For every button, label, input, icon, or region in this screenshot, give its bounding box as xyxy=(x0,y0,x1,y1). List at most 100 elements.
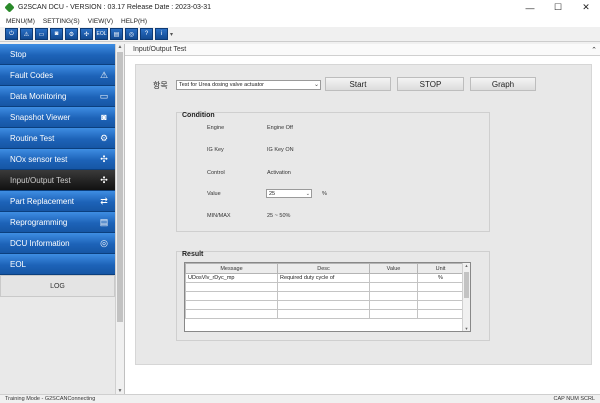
sidebar-item-label: NOx sensor test xyxy=(10,154,68,164)
start-button[interactable]: Start xyxy=(325,77,391,91)
menu-bar: MENU(M) SETTING(S) VIEW(V) HELP(H) xyxy=(0,15,600,27)
eol-icon[interactable]: EOL xyxy=(95,28,108,40)
sidebar-item-eol[interactable]: EOL xyxy=(0,254,115,275)
window-title: G2SCAN DCU - VERSION : 03.17 Release Dat… xyxy=(18,4,211,11)
graph-button[interactable]: Graph xyxy=(470,77,536,91)
sidebar-item-input-output-test[interactable]: Input/Output Test ✣ xyxy=(0,170,115,191)
cell-desc xyxy=(277,309,370,319)
eol-blank xyxy=(97,259,111,270)
scrollbar-thumb[interactable] xyxy=(464,272,469,298)
reprogram-icon[interactable]: ▤ xyxy=(110,28,123,40)
sidebar-item-label: Stop xyxy=(10,49,27,59)
status-mode: Training Mode - G2SCANConnecting xyxy=(5,396,96,402)
control-label: Control xyxy=(207,170,225,176)
sidebar-item-nox-sensor-test[interactable]: NOx sensor test ✣ xyxy=(0,149,115,170)
table-row[interactable] xyxy=(185,300,464,310)
toolbar-overflow-icon: ▾ xyxy=(170,31,174,38)
cell-message: UDosVlv_rDyc_mp xyxy=(185,273,278,283)
cell-message xyxy=(185,282,278,292)
cell-unit xyxy=(417,282,464,292)
cell-value xyxy=(369,273,418,283)
scrollbar-thumb[interactable] xyxy=(117,52,123,322)
sidebar-item-reprogramming[interactable]: Reprogramming ▤ xyxy=(0,212,115,233)
column-header-desc: Desc xyxy=(277,263,370,274)
routine-icon[interactable]: ⚙ xyxy=(65,28,78,40)
item-label: 항목 xyxy=(153,81,168,90)
sidebar-item-snapshot-viewer[interactable]: Snapshot Viewer ◙ xyxy=(0,107,115,128)
stop-button[interactable]: STOP xyxy=(397,77,464,91)
camera-icon[interactable]: ◙ xyxy=(50,28,63,40)
cell-value xyxy=(369,282,418,292)
sidebar-nav: Stop Fault Codes ⚠ Data Monitoring ▭ Snaps… xyxy=(0,44,115,275)
sensor-icon: ✣ xyxy=(100,153,108,164)
column-header-message: Message xyxy=(185,263,278,274)
sidebar-item-label: Reprogramming xyxy=(10,217,68,227)
value-select-value: 25 xyxy=(269,191,276,197)
io-icon[interactable]: ✣ xyxy=(80,28,93,40)
reprogram-icon: ▤ xyxy=(99,216,109,227)
min-max-value: 25 ~ 50% xyxy=(267,213,291,219)
minimize-button[interactable]: — xyxy=(516,0,544,15)
ig-key-value: IG Key ON xyxy=(267,147,294,153)
value-select[interactable]: 25 ⌄ xyxy=(266,189,312,198)
sidebar-item-label: Fault Codes xyxy=(10,70,54,80)
test-item-value: Test for Urea dosing valve actuator xyxy=(179,82,264,88)
table-row[interactable] xyxy=(185,309,464,319)
table-row[interactable] xyxy=(185,282,464,292)
cell-message xyxy=(185,300,278,310)
sidebar-item-label: Routine Test xyxy=(10,133,55,143)
sidebar-item-label: Snapshot Viewer xyxy=(10,112,71,122)
sidebar-item-part-replacement[interactable]: Part Replacement ⇄ xyxy=(0,191,115,212)
stop-icon xyxy=(97,49,111,60)
log-button[interactable]: LOG xyxy=(0,275,115,297)
main-panel: Input/Output Test ⌃ 항목 Test for Urea dos… xyxy=(124,44,600,394)
result-section: Result Message Desc Value Unit UDosVlv_r… xyxy=(176,251,490,341)
sidebar-item-fault-codes[interactable]: Fault Codes ⚠ xyxy=(0,65,115,86)
sidebar: Stop Fault Codes ⚠ Data Monitoring ▭ Snaps… xyxy=(0,44,124,394)
info-icon[interactable]: i xyxy=(155,28,168,40)
test-item-select[interactable]: Test for Urea dosing valve actuator ⌄ xyxy=(176,80,321,90)
result-table[interactable]: Message Desc Value Unit UDosVlv_rDyc_mp … xyxy=(184,262,471,332)
warning-icon: ⚠ xyxy=(99,69,109,80)
collapse-chevron-icon[interactable]: ⌃ xyxy=(591,46,597,54)
status-keys: CAP NUM SCRL xyxy=(553,396,595,402)
help-icon[interactable]: ? xyxy=(140,28,153,40)
sidebar-scrollbar[interactable]: ▲ ▼ xyxy=(115,44,124,394)
sidebar-item-label: Part Replacement xyxy=(10,196,75,206)
scroll-up-icon[interactable]: ▲ xyxy=(463,263,470,268)
sidebar-item-label: EOL xyxy=(10,259,27,269)
power-icon[interactable]: ⏻ xyxy=(5,28,18,40)
cell-desc: Required duty cycle of xyxy=(277,273,370,283)
table-row[interactable]: UDosVlv_rDyc_mp Required duty cycle of % xyxy=(185,273,464,283)
sidebar-item-data-monitoring[interactable]: Data Monitoring ▭ xyxy=(0,86,115,107)
sidebar-item-stop[interactable]: Stop xyxy=(0,44,115,65)
close-button[interactable]: ✕ xyxy=(572,0,600,15)
cell-value xyxy=(369,309,418,319)
scroll-up-icon[interactable]: ▲ xyxy=(116,44,124,50)
menu-view[interactable]: VIEW(V) xyxy=(88,18,113,25)
status-bar: Training Mode - G2SCANConnecting CAP NUM… xyxy=(0,394,600,403)
menu-help[interactable]: HELP(H) xyxy=(121,18,147,25)
menu-main[interactable]: MENU(M) xyxy=(6,18,35,25)
app-logo-icon xyxy=(4,2,15,13)
dcu-info-icon[interactable]: ◎ xyxy=(125,28,138,40)
engine-value: Engine Off xyxy=(267,125,293,131)
column-header-unit: Unit xyxy=(417,263,464,274)
scroll-down-icon[interactable]: ▼ xyxy=(463,326,470,331)
chevron-down-icon: ⌄ xyxy=(305,191,310,197)
cell-unit xyxy=(417,300,464,310)
min-max-label: MIN/MAX xyxy=(207,213,231,219)
sidebar-item-routine-test[interactable]: Routine Test ⚙ xyxy=(0,128,115,149)
cell-message xyxy=(185,291,278,301)
maximize-button[interactable]: ☐ xyxy=(544,0,572,15)
title-bar: G2SCAN DCU - VERSION : 03.17 Release Dat… xyxy=(0,0,600,15)
warning-icon[interactable]: ⚠ xyxy=(20,28,33,40)
menu-setting[interactable]: SETTING(S) xyxy=(43,18,80,25)
column-header-value: Value xyxy=(369,263,418,274)
control-value: Activation xyxy=(267,170,291,176)
table-row[interactable] xyxy=(185,291,464,301)
table-header-row: Message Desc Value Unit xyxy=(185,263,464,274)
sidebar-item-dcu-information[interactable]: DCU Information ◎ xyxy=(0,233,115,254)
monitor-icon[interactable]: ▭ xyxy=(35,28,48,40)
result-scrollbar[interactable]: ▲ ▼ xyxy=(462,263,470,331)
